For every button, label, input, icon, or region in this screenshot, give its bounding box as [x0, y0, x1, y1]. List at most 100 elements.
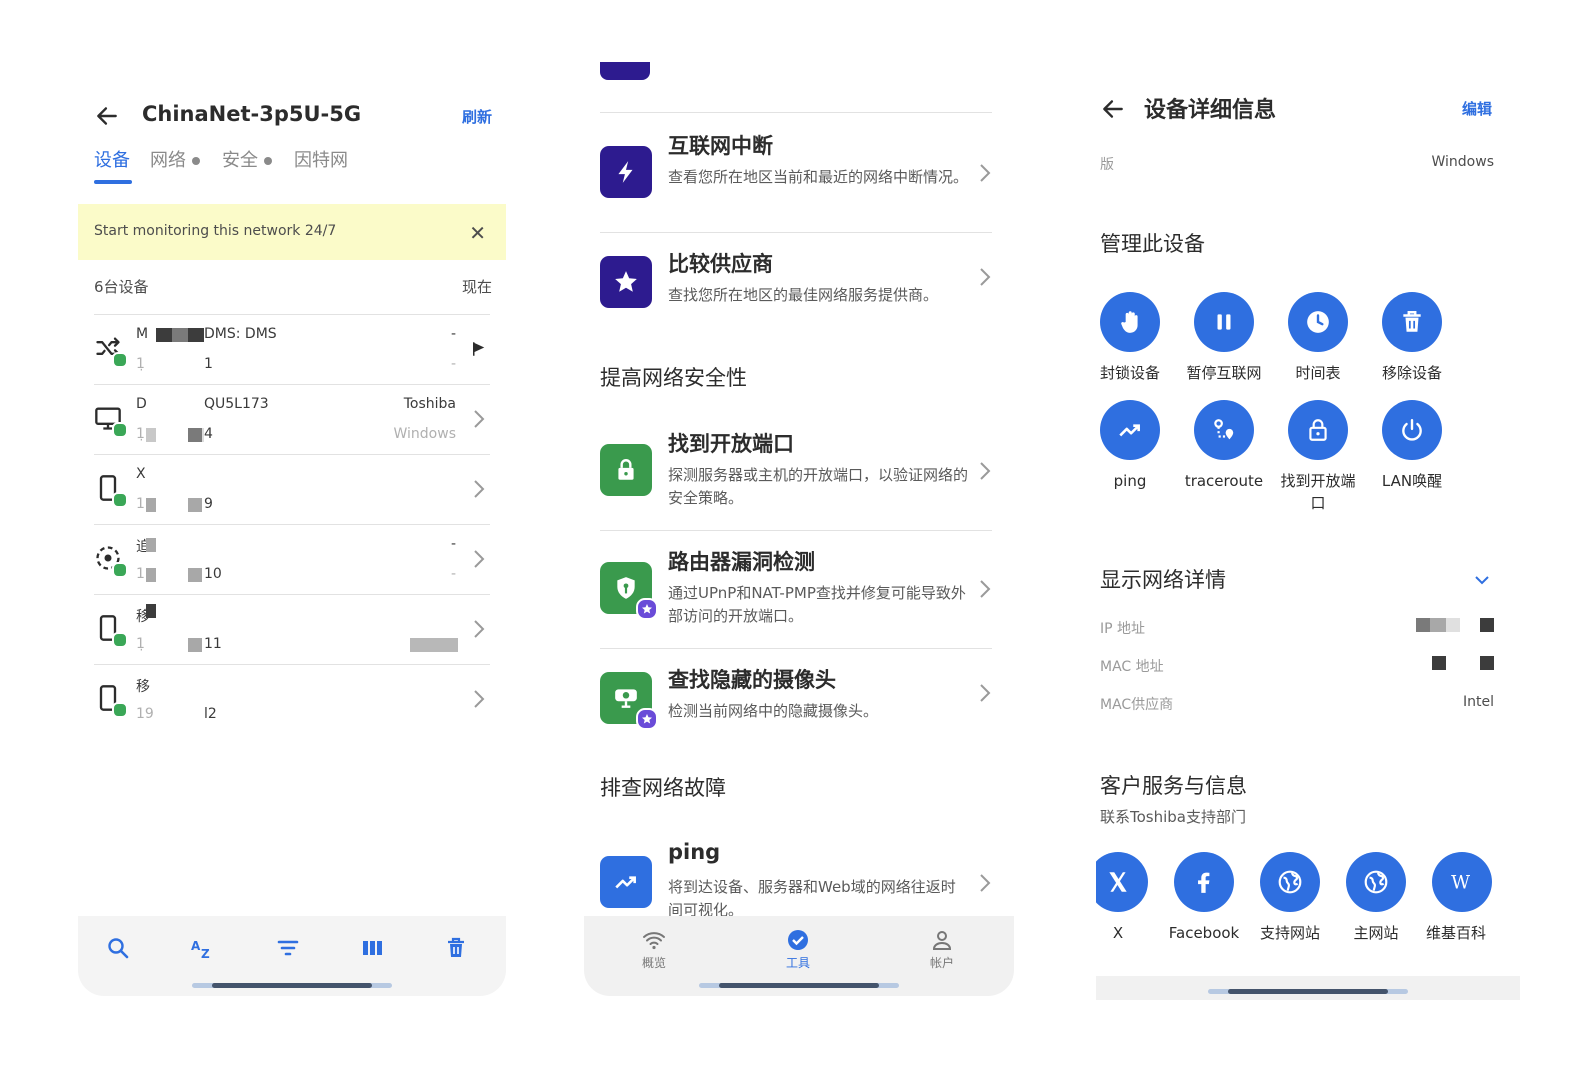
search-icon[interactable]	[106, 936, 130, 960]
device-row[interactable]: 移 1̣ 11	[94, 596, 490, 664]
support-subtitle: 联系Toshiba支持部门	[1100, 808, 1246, 826]
chevron-right-icon[interactable]	[472, 618, 486, 640]
divider	[600, 232, 992, 233]
network-title: ChinaNet-3p5U-5G	[142, 102, 362, 126]
redaction-block	[188, 328, 204, 342]
network-details-title: 显示网络详情	[1100, 568, 1226, 592]
edit-button[interactable]: 编辑	[1462, 98, 1492, 119]
chevron-down-icon[interactable]	[1472, 570, 1492, 590]
redaction-block	[1480, 656, 1494, 670]
device-name: M	[136, 326, 149, 342]
tool-internet-outage[interactable]: 互联网中断 查看您所在地区当前和最近的网络中断情况。	[600, 126, 992, 244]
wifi-icon	[643, 932, 665, 950]
device-ip: 1	[136, 496, 145, 512]
x-link-button[interactable]: X	[1096, 852, 1158, 944]
redaction-block	[146, 498, 156, 512]
device-row[interactable]: D 1̣ QU5L173 4 Toshiba Windows	[94, 386, 490, 454]
facebook-link-button[interactable]: Facebook	[1164, 852, 1244, 944]
device-vendor: Toshiba	[403, 396, 456, 412]
bottom-area	[1096, 976, 1520, 1000]
chevron-right-icon[interactable]	[472, 478, 486, 500]
device-ip-suffix: 1	[204, 356, 213, 372]
tool-open-ports[interactable]: 找到开放端口 探测服务器或主机的开放端口，以验证网络的安全策略。	[600, 424, 992, 542]
tab-internet[interactable]: 因特网	[294, 146, 348, 172]
schedule-button[interactable]: 时间表	[1278, 292, 1358, 384]
tool-icon-partial	[600, 62, 650, 80]
device-model: QU5L173	[204, 396, 269, 412]
tab-devices[interactable]: 设备	[94, 146, 130, 172]
ip-address-label: IP 地址	[1100, 621, 1146, 637]
trend-icon	[1119, 424, 1140, 437]
ping-button[interactable]: ping	[1096, 400, 1170, 492]
wake-on-lan-button[interactable]: LAN唤醒	[1372, 400, 1452, 492]
online-status-dot	[112, 352, 128, 368]
divider	[600, 530, 992, 531]
monitoring-banner[interactable]: Start monitoring this network 24/7 ✕	[78, 204, 506, 260]
globe-icon	[1278, 870, 1302, 894]
device-row[interactable]: 移 19 l2	[94, 666, 490, 734]
power-icon	[1402, 419, 1422, 441]
tool-hidden-camera[interactable]: 查找隐藏的摄像头 检测当前网络中的隐藏摄像头。	[600, 660, 992, 778]
flag-icon[interactable]	[470, 340, 488, 358]
lightning-icon	[600, 146, 652, 198]
chevron-right-icon	[978, 460, 992, 482]
tab-tools[interactable]: 工具	[768, 928, 828, 971]
lock-icon	[600, 444, 652, 496]
device-row[interactable]: 追 1 10 - -	[94, 526, 490, 594]
pause-icon	[1217, 314, 1231, 330]
device-count-row: 6台设备 现在	[94, 276, 492, 306]
trash-icon[interactable]	[444, 936, 468, 960]
wikipedia-link-button[interactable]: W 维基百科	[1422, 852, 1494, 944]
tab-account[interactable]: 帐户	[912, 928, 972, 971]
filter-icon[interactable]	[276, 936, 300, 960]
redaction-block	[1416, 618, 1430, 632]
device-vendor: -	[450, 536, 456, 552]
pause-internet-button[interactable]: 暂停互联网	[1184, 292, 1264, 384]
device-vendor: -	[450, 326, 456, 342]
network-devices-panel: ChinaNet-3p5U-5G 刷新 设备 网络 安全 因特网 Start m…	[78, 0, 506, 1000]
device-count: 6台设备	[94, 278, 149, 296]
tool-title: 查找隐藏的摄像头	[668, 668, 836, 692]
divider	[600, 112, 992, 113]
remove-device-button[interactable]: 移除设备	[1372, 292, 1452, 384]
refresh-button[interactable]: 刷新	[462, 106, 492, 127]
device-os: -	[450, 356, 456, 372]
columns-icon[interactable]	[360, 936, 384, 960]
device-row[interactable]: X 1 9	[94, 456, 490, 524]
tool-router-vulnerability[interactable]: 路由器漏洞检测 通过UPnP和NAT-PMP查找并修复可能导致外部访问的开放端口…	[600, 542, 992, 660]
block-device-button[interactable]: 封锁设备	[1096, 292, 1170, 384]
tool-title: 比较供应商	[668, 252, 773, 276]
open-ports-button[interactable]: 找到开放端口	[1278, 400, 1358, 514]
redaction-block	[146, 538, 156, 552]
tab-security[interactable]: 安全	[222, 146, 272, 172]
chevron-right-icon[interactable]	[472, 408, 486, 430]
traceroute-button[interactable]: traceroute	[1184, 400, 1264, 492]
divider	[94, 384, 490, 385]
sort-az-icon[interactable]: AZ	[190, 936, 214, 961]
device-os: Windows	[393, 426, 457, 442]
online-status-dot	[112, 702, 128, 718]
device-row[interactable]: M 1̣ DMS: DMS 1 - -	[94, 316, 490, 384]
section-title-troubleshoot: 排查网络故障	[600, 776, 726, 800]
tool-description: 查看您所在地区当前和最近的网络中断情况。	[668, 168, 969, 186]
redaction-block	[146, 568, 156, 582]
main-site-button[interactable]: 主网站	[1336, 852, 1416, 944]
device-os: -	[450, 566, 456, 582]
chevron-right-icon	[978, 682, 992, 704]
chevron-right-icon[interactable]	[472, 688, 486, 710]
support-section-title: 客户服务与信息	[1100, 774, 1247, 798]
close-icon[interactable]: ✕	[469, 221, 486, 245]
chevron-right-icon[interactable]	[472, 548, 486, 570]
divider	[94, 454, 490, 455]
support-site-button[interactable]: 支持网站	[1250, 852, 1330, 944]
chevron-right-icon	[978, 266, 992, 288]
redaction-block	[156, 328, 172, 342]
back-arrow-icon[interactable]	[94, 103, 120, 129]
device-name: 移	[136, 679, 150, 695]
tab-network[interactable]: 网络	[150, 146, 200, 172]
tab-overview[interactable]: 概览	[624, 928, 684, 971]
mac-vendor-label: MAC供应商	[1100, 697, 1174, 713]
star-icon	[600, 256, 652, 308]
back-arrow-icon[interactable]	[1100, 96, 1126, 122]
tool-compare-providers[interactable]: 比较供应商 查找您所在地区的最佳网络服务提供商。	[600, 244, 992, 362]
